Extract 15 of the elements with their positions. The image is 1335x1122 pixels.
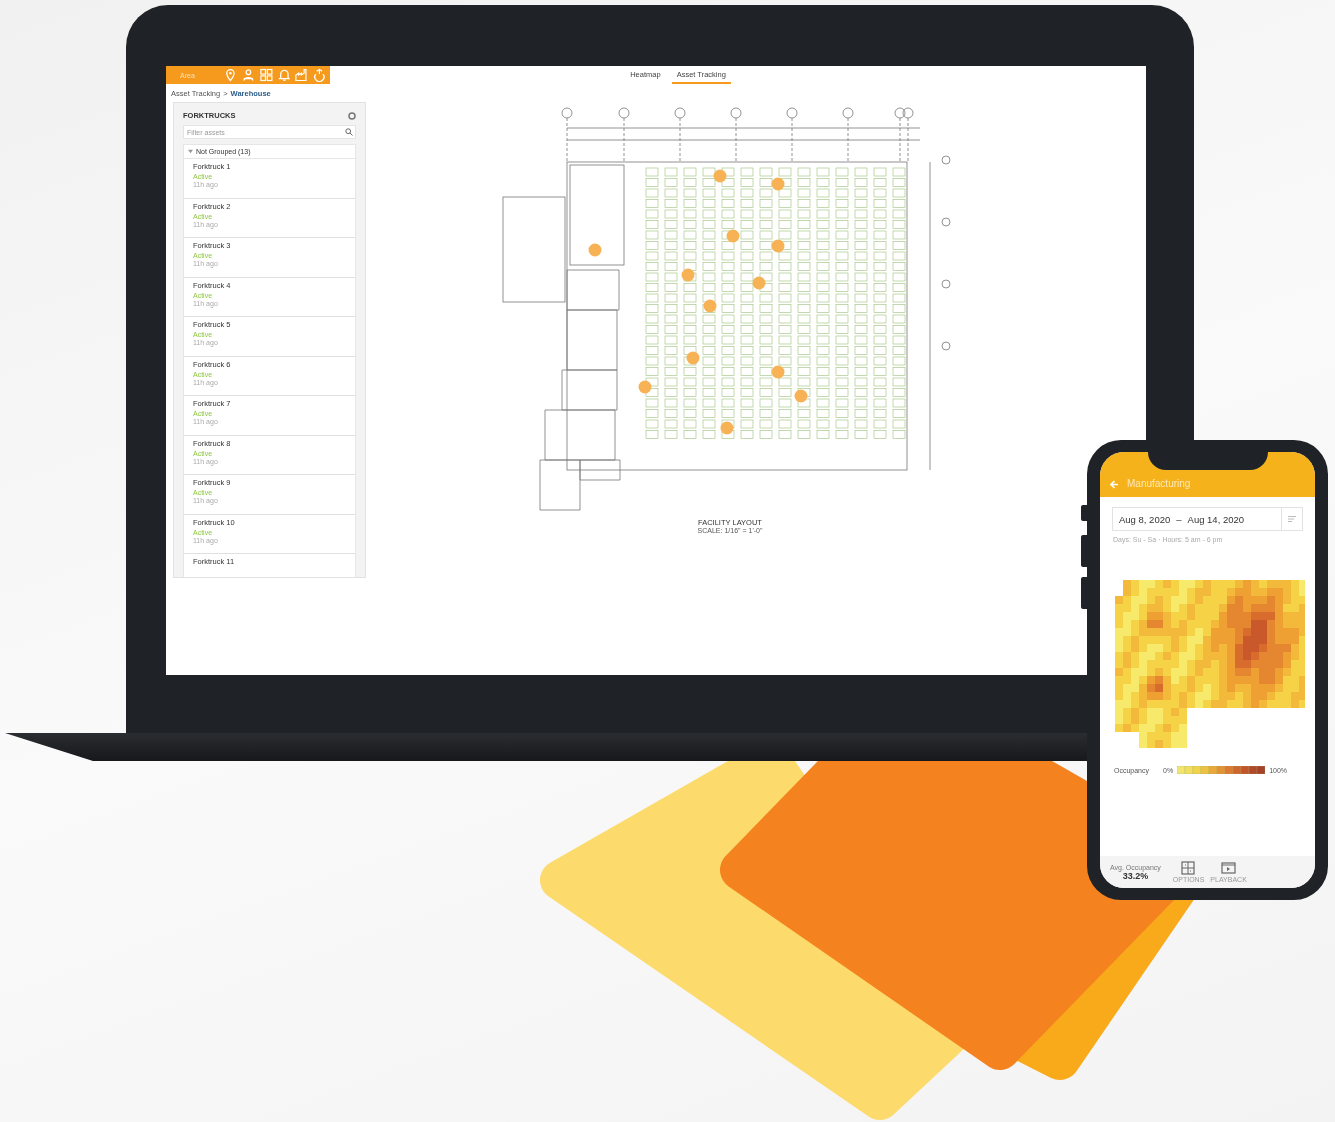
factory-icon[interactable] — [295, 68, 309, 82]
menu-icon — [1288, 516, 1296, 522]
map-pin-icon[interactable] — [224, 68, 238, 82]
grid-icon[interactable] — [259, 68, 273, 82]
grid-icon — [1181, 861, 1197, 875]
back-arrow-icon[interactable] — [1110, 480, 1119, 489]
person-pin-icon[interactable] — [242, 68, 255, 82]
date-range-field[interactable]: Aug 8, 2020 – Aug 14, 2020 — [1112, 507, 1303, 531]
header-title: Manufacturing — [1127, 478, 1191, 489]
caret-icon[interactable] — [188, 149, 193, 154]
search-icon — [345, 128, 353, 136]
stat-value: 33.2% — [1122, 870, 1149, 881]
bell-icon[interactable] — [277, 68, 291, 82]
play-icon — [1221, 861, 1237, 875]
refresh-icon[interactable] — [313, 68, 326, 82]
